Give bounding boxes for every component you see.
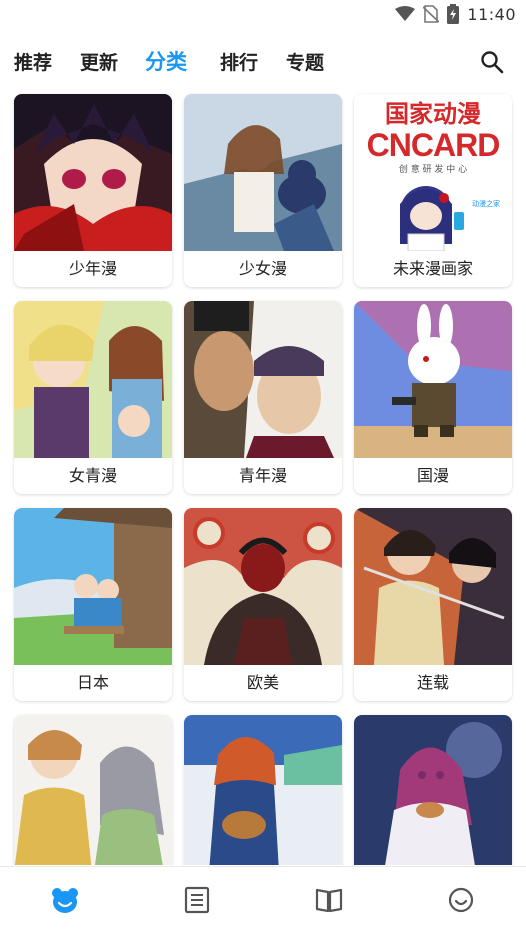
category-card-shonen[interactable]: 少年漫 <box>14 94 172 287</box>
category-label: 未来漫画家 <box>392 259 473 278</box>
category-cover <box>354 301 512 458</box>
bottom-nav-home[interactable] <box>50 885 80 915</box>
tab-category[interactable]: 分类 <box>145 46 187 76</box>
category-label: 连载 <box>416 673 449 692</box>
top-nav: 推荐 更新 分类 排行 专题 <box>0 40 526 84</box>
category-cover <box>354 508 512 665</box>
svg-text:创 意 研 发 中 心: 创 意 研 发 中 心 <box>399 163 467 175</box>
category-cover <box>354 715 512 865</box>
category-label: 日本 <box>76 673 109 692</box>
bottom-nav-bookshelf[interactable] <box>314 885 344 915</box>
category-cover <box>184 715 342 865</box>
category-cover <box>184 94 342 251</box>
tab-ranking[interactable]: 排行 <box>220 48 258 75</box>
category-card-japan[interactable]: 日本 <box>14 508 172 701</box>
svg-text:CNCARD: CNCARD <box>367 127 500 163</box>
status-time: 11:40 <box>467 4 516 24</box>
category-card-western[interactable]: 欧美 <box>184 508 342 701</box>
bear-icon <box>52 888 78 913</box>
category-label: 少女漫 <box>238 259 287 278</box>
category-card-shojo[interactable]: 少女漫 <box>184 94 342 287</box>
svg-text:动漫之家: 动漫之家 <box>472 199 500 208</box>
list-icon <box>184 886 210 914</box>
category-card-seinen[interactable]: 青年漫 <box>184 301 342 494</box>
category-cover <box>14 508 172 665</box>
category-card-future-artist[interactable]: 国家动漫 CNCARD 创 意 研 发 中 心 动漫之家 未来漫画家 <box>354 94 512 287</box>
tab-recommend[interactable]: 推荐 <box>14 48 52 75</box>
svg-text:国家动漫: 国家动漫 <box>385 100 481 128</box>
category-card-row4-1[interactable] <box>14 715 172 865</box>
category-label: 青年漫 <box>238 466 287 485</box>
category-cover <box>14 715 172 865</box>
status-icons: 11:40 <box>395 4 516 24</box>
category-cover <box>14 301 172 458</box>
bottom-nav-list[interactable] <box>182 885 212 915</box>
category-card-serial[interactable]: 连载 <box>354 508 512 701</box>
category-card-guoman[interactable]: 国漫 <box>354 301 512 494</box>
category-card-row4-2[interactable] <box>184 715 342 865</box>
category-label: 国漫 <box>416 466 449 485</box>
category-label: 女青漫 <box>68 466 117 485</box>
wifi-icon <box>395 6 416 21</box>
bottom-nav <box>0 866 526 935</box>
category-card-row4-3[interactable] <box>354 715 512 865</box>
tab-topic[interactable]: 专题 <box>286 48 324 75</box>
category-card-josei[interactable]: 女青漫 <box>14 301 172 494</box>
search-button[interactable] <box>480 50 504 74</box>
smiley-icon <box>448 887 474 913</box>
category-grid: 少年漫 少女漫 国家动漫 CNCARD 创 意 研 发 中 心 动漫之家 未来漫… <box>12 92 514 865</box>
category-label: 欧美 <box>246 673 279 692</box>
category-cover: 国家动漫 CNCARD 创 意 研 发 中 心 动漫之家 <box>354 94 512 251</box>
bottom-nav-profile[interactable] <box>446 885 476 915</box>
search-icon <box>481 51 504 74</box>
book-icon <box>315 888 343 913</box>
battery-charging-icon <box>447 4 460 24</box>
category-cover <box>14 94 172 251</box>
tab-update[interactable]: 更新 <box>80 48 118 75</box>
status-bar: 11:40 <box>0 0 526 30</box>
category-cover <box>184 301 342 458</box>
no-sim-icon <box>423 5 440 23</box>
category-cover <box>184 508 342 665</box>
category-label: 少年漫 <box>68 259 117 278</box>
